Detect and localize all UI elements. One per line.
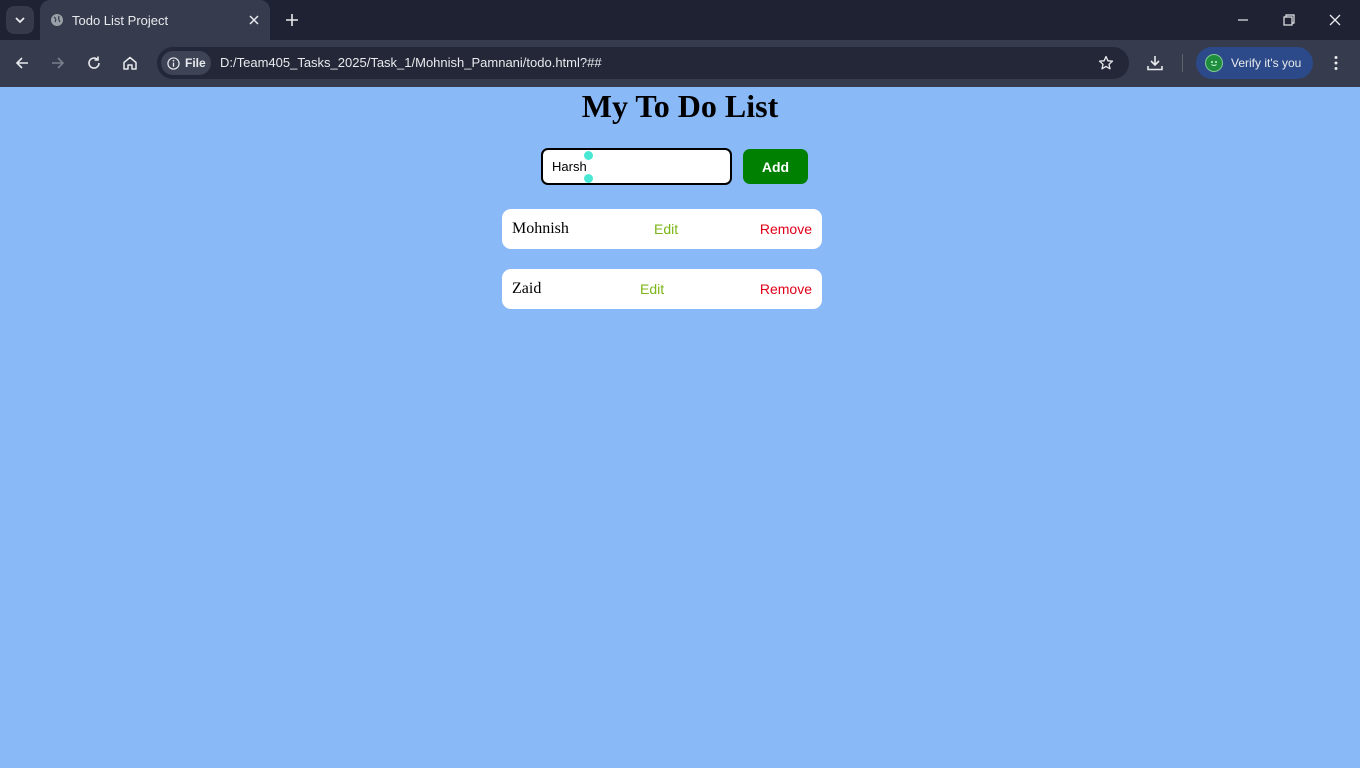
address-bar[interactable]: File D:/Team405_Tasks_2025/Task_1/Mohnis… <box>157 47 1129 79</box>
remove-button[interactable]: Remove <box>760 221 812 237</box>
toolbar-divider <box>1182 54 1183 72</box>
download-icon <box>1147 56 1163 71</box>
site-info-chip[interactable]: File <box>161 51 211 75</box>
downloads-button[interactable] <box>1143 51 1167 75</box>
url-text[interactable]: D:/Team405_Tasks_2025/Task_1/Mohnish_Pam… <box>220 55 602 70</box>
selection-handle-top[interactable] <box>584 151 593 160</box>
arrow-left-icon <box>15 57 28 69</box>
edit-button[interactable]: Edit <box>640 281 664 297</box>
page-title: My To Do List <box>581 88 779 124</box>
smiley-icon <box>1211 61 1217 66</box>
restore-icon <box>1283 14 1295 26</box>
minimize-icon <box>1238 19 1248 21</box>
close-icon <box>1329 14 1341 26</box>
todo-item-text: Zaid <box>512 280 542 297</box>
todo-item-text: Mohnish <box>512 220 569 237</box>
todo-item: Mohnish Edit Remove <box>502 209 822 249</box>
window-close-button[interactable] <box>1323 8 1347 32</box>
profile-chip[interactable]: Verify it's you <box>1196 47 1313 79</box>
new-tab-button[interactable] <box>282 10 302 30</box>
globe-icon <box>51 14 63 26</box>
profile-label: Verify it's you <box>1231 56 1302 70</box>
tab-title: Todo List Project <box>72 13 169 28</box>
menu-button[interactable] <box>1324 51 1348 75</box>
home-icon <box>123 56 137 70</box>
star-icon <box>1098 55 1114 70</box>
forward-button[interactable] <box>46 51 70 75</box>
tab-close-button[interactable] <box>246 12 262 28</box>
info-icon <box>167 56 180 70</box>
edit-button[interactable]: Edit <box>654 221 678 237</box>
selection-handle-bottom[interactable] <box>584 174 593 183</box>
active-tab[interactable]: Todo List Project <box>40 0 270 40</box>
todo-item: Zaid Edit Remove <box>502 269 822 309</box>
site-chip-label: File <box>185 56 206 70</box>
todo-input[interactable] <box>541 148 732 185</box>
avatar <box>1205 54 1223 72</box>
browser-toolbar: File D:/Team405_Tasks_2025/Task_1/Mohnis… <box>0 40 1360 87</box>
plus-icon <box>286 14 298 26</box>
reload-button[interactable] <box>82 51 106 75</box>
add-button[interactable]: Add <box>743 149 808 184</box>
chevron-down-icon <box>15 17 25 24</box>
restore-button[interactable] <box>1277 8 1301 32</box>
home-button[interactable] <box>118 51 142 75</box>
bookmark-button[interactable] <box>1097 54 1115 72</box>
close-icon <box>249 15 259 25</box>
remove-button[interactable]: Remove <box>760 281 812 297</box>
back-button[interactable] <box>10 51 34 75</box>
minimize-button[interactable] <box>1231 8 1255 32</box>
tab-search-button[interactable] <box>6 6 34 34</box>
kebab-menu-icon <box>1334 56 1338 70</box>
reload-icon <box>88 56 100 69</box>
arrow-right-icon <box>52 57 65 69</box>
tab-strip: Todo List Project <box>0 0 1360 40</box>
